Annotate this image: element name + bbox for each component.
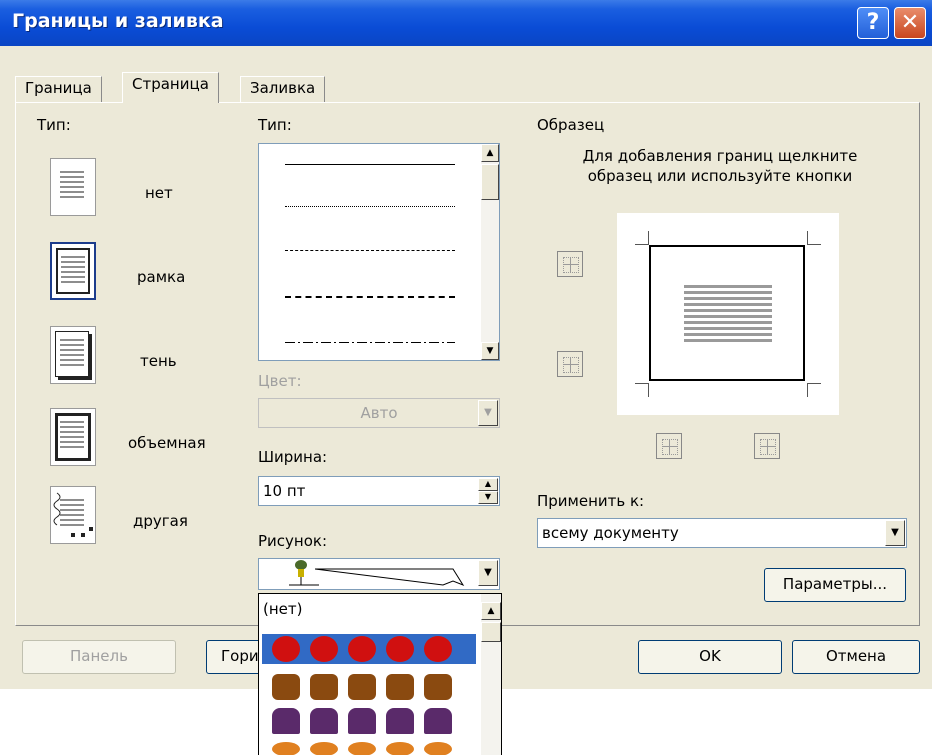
page-custom-icon[interactable] bbox=[50, 486, 96, 544]
page-none-icon[interactable] bbox=[50, 158, 96, 216]
art-item-none[interactable]: (нет) bbox=[263, 600, 302, 618]
tab-border[interactable]: Граница bbox=[15, 76, 102, 102]
sample-text-lines bbox=[684, 285, 772, 343]
scroll-thumb[interactable] bbox=[481, 622, 501, 642]
style-scrollbar[interactable]: ▲ ▼ bbox=[481, 144, 499, 360]
art-item-red-circles[interactable] bbox=[262, 634, 476, 664]
preview-sample[interactable] bbox=[617, 213, 839, 415]
corner-mark bbox=[807, 231, 821, 245]
page-shadow-icon[interactable] bbox=[50, 326, 96, 384]
art-preview-line bbox=[315, 568, 465, 587]
line-style-dashed[interactable] bbox=[285, 250, 455, 251]
preset-shadow-label[interactable]: тень bbox=[140, 352, 177, 370]
art-combo[interactable]: ▼ bbox=[258, 558, 500, 590]
preset-none-label[interactable]: нет bbox=[145, 184, 173, 202]
line-style-solid[interactable] bbox=[285, 164, 455, 165]
color-label: Цвет: bbox=[258, 372, 302, 390]
width-label: Ширина: bbox=[258, 448, 328, 466]
window-title: Границы и заливка bbox=[12, 10, 224, 32]
art-item-cakes[interactable] bbox=[262, 706, 476, 736]
corner-mark bbox=[807, 383, 821, 397]
scroll-up-arrow-icon[interactable]: ▲ bbox=[481, 602, 501, 620]
preview-label: Образец bbox=[537, 116, 605, 134]
right-border-button[interactable] bbox=[754, 433, 780, 459]
bottom-border-button[interactable] bbox=[557, 351, 583, 377]
art-dropdown-list[interactable]: (нет) ▲ bbox=[258, 593, 502, 755]
apply-to-label: Применить к: bbox=[537, 492, 645, 510]
art-label: Рисунок: bbox=[258, 532, 328, 550]
help-button[interactable]: ? bbox=[857, 7, 889, 39]
preset-custom-label[interactable]: другая bbox=[133, 512, 188, 530]
chevron-down-icon: ▼ bbox=[478, 400, 498, 426]
tab-page[interactable]: Страница bbox=[122, 72, 219, 103]
tab-shading[interactable]: Заливка bbox=[240, 76, 326, 102]
line-style-list[interactable]: ▲ ▼ bbox=[258, 143, 500, 361]
close-button[interactable]: ✕ bbox=[894, 7, 926, 39]
preset-box-label[interactable]: рамка bbox=[137, 268, 185, 286]
sample-page bbox=[649, 245, 805, 381]
scroll-thumb[interactable] bbox=[481, 164, 499, 200]
cancel-button[interactable]: Отмена bbox=[792, 640, 920, 674]
line-style-long-dashed[interactable] bbox=[285, 296, 455, 298]
apply-to-select[interactable]: всему документу ▼ bbox=[537, 518, 907, 548]
art-item-candies[interactable] bbox=[262, 740, 476, 755]
title-bar: Границы и заливка ? ✕ bbox=[0, 0, 932, 46]
spin-down-icon[interactable]: ▼ bbox=[478, 491, 498, 504]
preview-hint: Для добавления границ щелкните образец и… bbox=[582, 147, 858, 185]
art-list-scrollbar[interactable]: ▲ bbox=[481, 594, 501, 755]
chevron-down-icon[interactable]: ▼ bbox=[885, 520, 905, 546]
corner-mark bbox=[635, 383, 649, 397]
width-field[interactable]: 10 пт ▲ ▼ bbox=[258, 476, 500, 506]
color-combo: Авто ▼ bbox=[258, 398, 500, 428]
style-label: Тип: bbox=[258, 116, 292, 134]
line-style-dotted[interactable] bbox=[285, 206, 455, 207]
top-border-button[interactable] bbox=[557, 251, 583, 277]
scroll-down-arrow-icon[interactable]: ▼ bbox=[481, 342, 499, 360]
page-3d-icon[interactable] bbox=[50, 408, 96, 466]
scroll-up-arrow-icon[interactable]: ▲ bbox=[481, 144, 499, 162]
line-style-dash-dot[interactable] bbox=[285, 342, 455, 343]
spin-up-icon[interactable]: ▲ bbox=[478, 478, 498, 491]
options-button[interactable]: Параметры... bbox=[764, 568, 906, 602]
chevron-down-icon[interactable]: ▼ bbox=[478, 560, 498, 586]
corner-mark bbox=[635, 231, 649, 245]
page-box-icon[interactable] bbox=[50, 242, 96, 300]
type-label: Тип: bbox=[37, 116, 71, 134]
panel-button: Панель bbox=[22, 640, 176, 674]
left-border-button[interactable] bbox=[656, 433, 682, 459]
art-item-muffins[interactable] bbox=[262, 672, 476, 702]
preset-3d-label[interactable]: объемная bbox=[128, 434, 206, 452]
ok-button[interactable]: OK bbox=[638, 640, 782, 674]
